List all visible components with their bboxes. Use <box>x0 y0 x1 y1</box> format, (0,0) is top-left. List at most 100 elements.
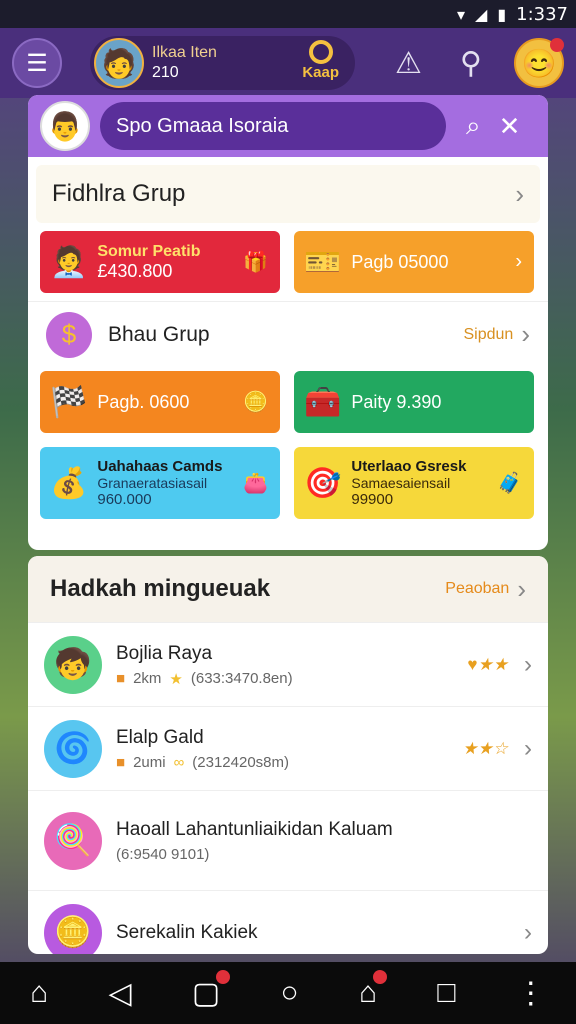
system-nav-bar: ⌂ ◁ ▢ ○ ⌂ □ ⋮ <box>0 962 576 1024</box>
chevron-right-icon: › <box>524 650 532 678</box>
item-title: Serekalin Kakiek <box>116 921 258 943</box>
clock: 1:337 <box>516 3 568 25</box>
coins-pile-icon: 💰 <box>50 466 88 500</box>
list-panel: Hadkah mingueuak Peaoban › 🧒 Bojlia Raya… <box>28 556 548 954</box>
tile-value: Pagb 05000 <box>351 251 449 272</box>
ticket-icon: 🎫 <box>304 245 342 279</box>
box-icon: ■ <box>116 754 126 771</box>
bag-icon: 🧳 <box>497 472 522 495</box>
menu-button[interactable]: ☰ <box>12 38 62 88</box>
list-action: Peaoban <box>445 580 510 597</box>
coin-counter: Kaap <box>302 40 339 81</box>
coin-label: Kaap <box>302 64 339 81</box>
status-bar: ▾ ◢ ▮ 1:337 <box>0 0 576 28</box>
profile-avatar-button[interactable]: 😊 <box>514 38 564 88</box>
game-top-bar: ☰ 🧑 Ilkaa Iten 210 Kaap ⚠ ⚲ 😊 <box>0 28 576 98</box>
badge-dot <box>373 970 388 984</box>
search-input[interactable]: Spo Gmaaa Isoraia <box>100 102 446 150</box>
item-meta: (2312420s8m) <box>192 754 290 771</box>
coin-badge-icon: $ <box>46 311 92 358</box>
group2-tiles-row1: 🏁 Pagb. 0600 🪙 🧰 Paity 9.390 <box>28 371 548 433</box>
treasure-chest-icon: 🧰 <box>304 385 342 419</box>
link-icon: ∞ <box>173 754 185 771</box>
list-item[interactable]: 🪙 Serekalin Kakiek › <box>28 890 548 954</box>
coin-icon: 🪙 <box>243 391 268 414</box>
group1-tiles: 🧑‍💼 Somur Peatib £430.800 🎁 🎫 Pagb 05000… <box>28 231 548 293</box>
tile-sub: Samaesaiensail <box>351 475 451 491</box>
square-notify-icon[interactable]: ▢ <box>192 969 231 1011</box>
tile-title: Uterlaao Gsresk <box>351 458 467 475</box>
item-rating: ★★☆ <box>462 738 508 758</box>
tile-uterlaao-gsresk[interactable]: 🎯 Uterlaao Gsresk Samaesaiensail 99900 🧳 <box>294 447 534 519</box>
tile-paity-9390[interactable]: 🧰 Paity 9.390 <box>294 371 534 433</box>
user-avatar[interactable]: 👨 <box>40 101 90 151</box>
tile-value: 960.000 <box>97 491 152 508</box>
group-title-2: Bhau Grup <box>108 322 210 346</box>
tile-value: 99900 <box>351 491 394 508</box>
item-meta: (6:9540 9101) <box>116 846 210 863</box>
chevron-right-icon: › <box>521 319 530 349</box>
tile-pagb-05000[interactable]: 🎫 Pagb 05000 › <box>294 231 534 293</box>
spiral-icon: 🌀 <box>44 719 102 778</box>
more-icon[interactable]: ⋮ <box>516 976 546 1011</box>
item-distance: 2km <box>133 670 162 687</box>
house-notify-icon[interactable]: ⌂ <box>359 970 388 1010</box>
chevron-right-icon: › <box>515 250 522 273</box>
item-title: Bojlia Raya <box>116 642 213 664</box>
search-header: 👨 Spo Gmaaa Isoraia ⌕ ✕ <box>28 95 548 157</box>
wallet-icon: 👛 <box>243 472 268 495</box>
box-icon: ■ <box>116 670 126 687</box>
bonus-icon: 🎯 <box>304 466 342 500</box>
search-icon[interactable]: ⌕ <box>466 110 481 142</box>
list-item[interactable]: 🧒 Bojlia Raya ■ 2km ★ (633:3470.8en) ♥★★… <box>28 622 548 706</box>
group-panel: 👨 Spo Gmaaa Isoraia ⌕ ✕ Fidhlra Grup › 🧑… <box>28 95 548 550</box>
lollipop-icon: 🍭 <box>44 811 102 870</box>
list-title: Hadkah mingueuak <box>50 575 271 602</box>
gift-icon: 🎁 <box>243 251 268 274</box>
group-title-1: Fidhlra Grup <box>52 180 186 207</box>
item-distance: 2umi <box>133 754 166 771</box>
item-meta: (633:3470.8en) <box>190 670 293 687</box>
tile-pagb-0600[interactable]: 🏁 Pagb. 0600 🪙 <box>40 371 280 433</box>
tile-somur-peatib[interactable]: 🧑‍💼 Somur Peatib £430.800 🎁 <box>40 231 280 293</box>
group-action: Sipdun <box>463 325 514 343</box>
recents-icon[interactable]: □ <box>437 976 455 1010</box>
chevron-right-icon: › <box>515 178 524 209</box>
back-icon[interactable]: ◁ <box>109 976 132 1011</box>
search-people-icon[interactable]: ⚲ <box>460 46 482 81</box>
tile-title: Somur Peatib <box>97 242 201 260</box>
player-card[interactable]: 🧑 Ilkaa Iten 210 Kaap <box>90 36 355 90</box>
star-icon: ★ <box>169 670 183 688</box>
list-item[interactable]: 🍭 Haoall Lahantunliaikidan Kaluam (6:954… <box>28 790 548 890</box>
flag-icon: 🏁 <box>50 385 88 419</box>
signal-icon: ◢ <box>475 4 488 24</box>
item-rating: ♥★★ <box>467 654 508 674</box>
group-header-2[interactable]: $ Bhau Grup Sipdun › <box>28 301 548 367</box>
badge-dot <box>216 969 231 984</box>
item-title: Haoall Lahantunliaikidan Kaluam <box>116 819 393 840</box>
chevron-right-icon: › <box>524 918 532 946</box>
tile-sub: Granaeratasiasail <box>97 475 208 491</box>
circle-home-icon[interactable]: ○ <box>281 976 299 1010</box>
poker-chip-icon[interactable]: ⚠ <box>395 46 422 81</box>
item-title: Elalp Gald <box>116 727 204 748</box>
tile-uahahaas-camds[interactable]: 💰 Uahahaas Camds Granaeratasiasail 960.0… <box>40 447 280 519</box>
chevron-right-icon: › <box>517 573 526 604</box>
wifi-icon: ▾ <box>456 4 465 24</box>
player-name: Ilkaa Iten <box>152 44 217 61</box>
list-header[interactable]: Hadkah mingueuak Peaoban › <box>28 556 548 622</box>
tile-value: Pagb. 0600 <box>97 391 190 412</box>
tile-value: £430.800 <box>97 260 173 281</box>
character-avatar-icon: 🧑‍💼 <box>50 245 88 279</box>
group-header-1[interactable]: Fidhlra Grup › <box>36 165 540 223</box>
coin-badge-icon: 🪙 <box>44 903 102 954</box>
list-item[interactable]: 🌀 Elalp Gald ■ 2umi ∞ (2312420s8m) ★★☆ › <box>28 706 548 790</box>
notification-dot <box>550 38 564 52</box>
close-icon[interactable]: ✕ <box>499 111 521 142</box>
battery-icon: ▮ <box>497 4 507 24</box>
player-level: 210 <box>152 64 179 81</box>
coin-icon <box>308 40 333 64</box>
hamburger-icon: ☰ <box>26 49 48 77</box>
tile-value: Paity 9.390 <box>351 391 442 412</box>
home-icon[interactable]: ⌂ <box>30 976 48 1010</box>
